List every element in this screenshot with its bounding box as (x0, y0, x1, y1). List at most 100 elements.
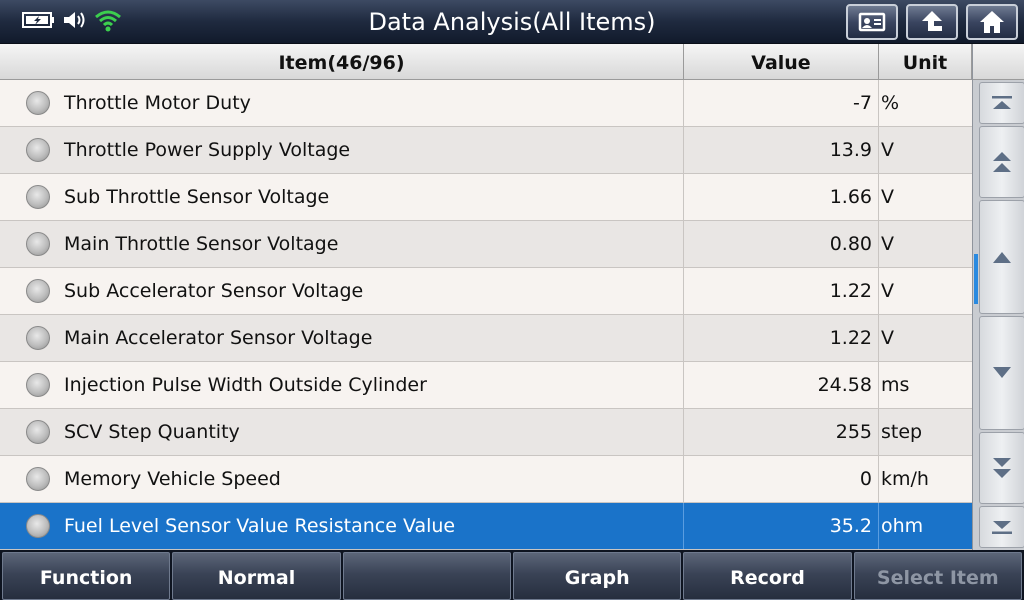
empty-button[interactable] (342, 552, 511, 600)
table-row-selected[interactable]: Fuel Level Sensor Value Resistance Value… (0, 503, 972, 550)
radio-icon[interactable] (26, 138, 50, 162)
table-row[interactable]: Main Throttle Sensor Voltage 0.80 V (0, 221, 972, 268)
back-button[interactable] (906, 4, 958, 40)
home-icon (980, 11, 1004, 33)
unit-cell: ohm (881, 515, 924, 537)
report-icon (858, 12, 886, 32)
table-row[interactable]: Throttle Motor Duty -7 % (0, 80, 972, 127)
scroll-header (973, 44, 1024, 80)
scroll-position-indicator[interactable] (974, 254, 978, 304)
page-up-button[interactable] (979, 126, 1024, 198)
page-up-icon (993, 152, 1011, 172)
item-cell: Fuel Level Sensor Value Resistance Value (0, 503, 684, 549)
item-name: Injection Pulse Width Outside Cylinder (64, 374, 427, 396)
item-name: Throttle Motor Duty (64, 92, 251, 114)
item-cell: Sub Throttle Sensor Voltage (0, 174, 684, 220)
radio-icon[interactable] (26, 185, 50, 209)
item-cell: Injection Pulse Width Outside Cylinder (0, 362, 684, 408)
item-name: Main Throttle Sensor Voltage (64, 233, 339, 255)
radio-icon[interactable] (26, 91, 50, 115)
table-row[interactable]: Memory Vehicle Speed 0 km/h (0, 456, 972, 503)
back-icon (922, 11, 942, 31)
column-header-item: Item(46/96) (0, 44, 684, 80)
line-up-button[interactable] (979, 200, 1024, 314)
scroll-panel (972, 44, 1024, 550)
item-cell: Memory Vehicle Speed (0, 456, 684, 502)
table-row[interactable]: Throttle Power Supply Voltage 13.9 V (0, 127, 972, 174)
item-name: Throttle Power Supply Voltage (64, 139, 351, 161)
unit-cell: % (881, 92, 900, 114)
table-body: Throttle Motor Duty -7 % Throttle Power … (0, 80, 972, 550)
unit-cell: ms (881, 374, 910, 396)
item-cell: Sub Accelerator Sensor Voltage (0, 268, 684, 314)
value-cell: 255 (684, 409, 879, 455)
report-button[interactable] (846, 4, 898, 40)
table-row[interactable]: Sub Accelerator Sensor Voltage 1.22 V (0, 268, 972, 315)
item-cell: Main Accelerator Sensor Voltage (0, 315, 684, 361)
value-cell: -7 (684, 80, 879, 126)
table-row[interactable]: SCV Step Quantity 255 step (0, 409, 972, 456)
value-cell: 0.80 (684, 221, 879, 267)
item-cell: Throttle Motor Duty (0, 80, 684, 126)
first-page-icon (992, 96, 1012, 109)
unit-cell: V (881, 233, 894, 255)
radio-icon[interactable] (26, 326, 50, 350)
unit-cell: V (881, 327, 894, 349)
item-name: Memory Vehicle Speed (64, 468, 281, 490)
graph-button[interactable]: Graph (512, 552, 682, 600)
value-cell: 35.2 (684, 503, 879, 549)
unit-cell: step (881, 421, 923, 443)
line-down-button[interactable] (979, 316, 1024, 430)
unit-cell: km/h (881, 468, 929, 490)
page-down-button[interactable] (979, 432, 1024, 504)
unit-cell: V (881, 280, 894, 302)
table-row[interactable]: Main Accelerator Sensor Voltage 1.22 V (0, 315, 972, 362)
top-buttons (846, 4, 1018, 40)
function-button[interactable]: Function (2, 552, 171, 600)
value-cell: 24.58 (684, 362, 879, 408)
value-cell: 13.9 (684, 127, 879, 173)
value-cell: 1.22 (684, 268, 879, 314)
last-page-icon (992, 521, 1012, 534)
bottom-toolbar: Function Normal Graph Record Select Item (0, 550, 1024, 600)
radio-icon[interactable] (26, 420, 50, 444)
item-cell: SCV Step Quantity (0, 409, 684, 455)
record-button[interactable]: Record (683, 552, 852, 600)
radio-icon[interactable] (26, 467, 50, 491)
normal-button[interactable]: Normal (172, 552, 341, 600)
value-cell: 0 (684, 456, 879, 502)
first-page-button[interactable] (979, 82, 1024, 124)
item-name: SCV Step Quantity (64, 421, 240, 443)
table-header: Item(46/96) Value Unit (0, 44, 972, 80)
item-name: Sub Accelerator Sensor Voltage (64, 280, 364, 302)
data-table: Item(46/96) Value Unit Throttle Motor Du… (0, 44, 972, 550)
value-cell: 1.22 (684, 315, 879, 361)
unit-cell: V (881, 139, 894, 161)
status-icons (22, 8, 122, 36)
select-item-button[interactable]: Select Item (853, 552, 1022, 600)
item-name: Fuel Level Sensor Value Resistance Value (64, 515, 456, 537)
value-cell: 1.66 (684, 174, 879, 220)
item-cell: Main Throttle Sensor Voltage (0, 221, 684, 267)
title-bar: Data Analysis(All Items) (0, 0, 1024, 44)
speaker-icon (62, 9, 88, 35)
radio-icon[interactable] (26, 232, 50, 256)
line-down-icon (993, 367, 1011, 378)
page-down-icon (993, 458, 1011, 478)
item-name: Sub Throttle Sensor Voltage (64, 186, 330, 208)
table-row[interactable]: Sub Throttle Sensor Voltage 1.66 V (0, 174, 972, 221)
last-page-button[interactable] (979, 506, 1024, 548)
radio-icon[interactable] (26, 514, 50, 538)
item-name: Main Accelerator Sensor Voltage (64, 327, 373, 349)
column-header-value: Value (684, 44, 879, 80)
wifi-icon (94, 8, 122, 36)
battery-icon (22, 10, 56, 34)
item-cell: Throttle Power Supply Voltage (0, 127, 684, 173)
home-button[interactable] (966, 4, 1018, 40)
page-title: Data Analysis(All Items) (368, 8, 656, 36)
radio-icon[interactable] (26, 279, 50, 303)
radio-icon[interactable] (26, 373, 50, 397)
line-up-icon (993, 252, 1011, 263)
unit-cell: V (881, 186, 894, 208)
table-row[interactable]: Injection Pulse Width Outside Cylinder 2… (0, 362, 972, 409)
